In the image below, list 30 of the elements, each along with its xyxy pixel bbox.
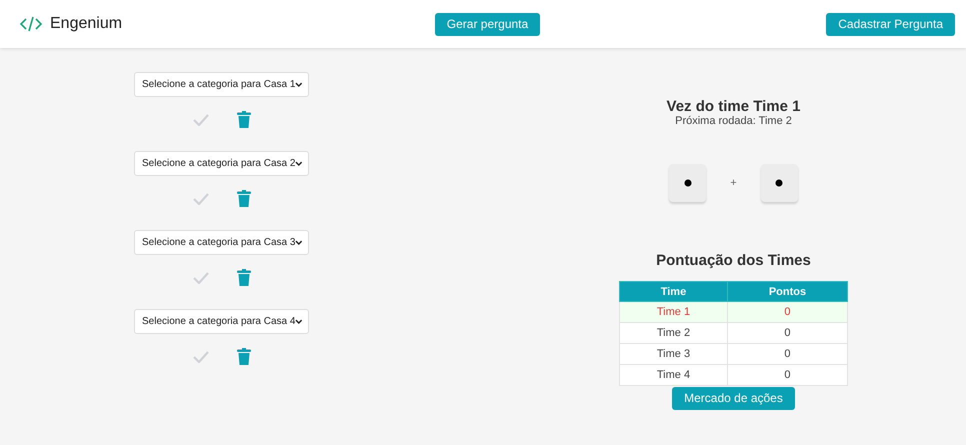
pip-icon bbox=[684, 179, 692, 187]
points-cell: 0 bbox=[727, 344, 848, 364]
scores-title: Pontuação dos Times bbox=[656, 252, 811, 269]
code-icon bbox=[20, 16, 42, 32]
pip-icon bbox=[775, 179, 784, 187]
points-cell: 0 bbox=[727, 302, 848, 322]
points-cell: 0 bbox=[727, 364, 848, 386]
plus-sign: + bbox=[730, 177, 737, 189]
column-header: Time bbox=[620, 282, 728, 302]
trash-icon[interactable] bbox=[236, 111, 250, 128]
turn-title: Vez do time Time 1 bbox=[666, 98, 800, 115]
chevron-down-icon bbox=[295, 160, 303, 166]
chevron-down-icon bbox=[295, 240, 303, 246]
trash-icon[interactable] bbox=[236, 269, 250, 286]
team-cell: Time 4 bbox=[620, 364, 728, 386]
trash-icon[interactable] bbox=[236, 190, 250, 207]
chevron-down-icon bbox=[295, 82, 303, 88]
next-round-text: Próxima rodada: Time 2 bbox=[675, 115, 792, 127]
category-select[interactable]: Selecione a categoria para Casa 3 bbox=[134, 230, 309, 255]
team-cell: Time 1 bbox=[620, 302, 728, 322]
chevron-down-icon bbox=[295, 318, 303, 324]
team-cell: Time 2 bbox=[620, 322, 728, 344]
trash-icon[interactable] bbox=[236, 348, 250, 365]
logo-text: Engenium bbox=[50, 15, 122, 33]
column-header: Pontos bbox=[727, 282, 848, 302]
category-select[interactable]: Selecione a categoria para Casa 2 bbox=[134, 151, 309, 176]
category-select[interactable]: Selecione a categoria para Casa 4 bbox=[134, 309, 309, 334]
points-cell: 0 bbox=[727, 322, 848, 344]
category-select[interactable]: Selecione a categoria para Casa 1 bbox=[134, 72, 309, 97]
team-cell: Time 3 bbox=[620, 344, 728, 364]
